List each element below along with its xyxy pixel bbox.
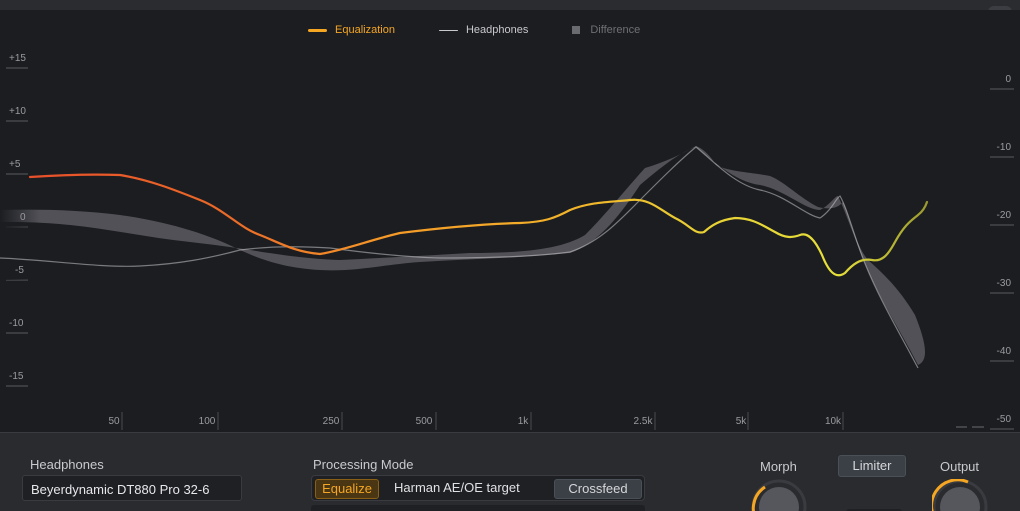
left-axis-label: -15	[9, 371, 24, 382]
freq-axis-label: 50	[108, 416, 120, 427]
right-axis-label: -10	[996, 142, 1011, 153]
graph-legend: Equalization Headphones Difference	[300, 24, 676, 36]
legend-headphones-label: Headphones	[465, 24, 529, 36]
freq-axis-label: 250	[322, 416, 340, 427]
right-axis-label: 0	[1005, 74, 1011, 85]
legend-difference[interactable]: Difference	[564, 24, 640, 36]
top-bar	[0, 0, 1020, 18]
processing-mode-subfield	[311, 505, 645, 511]
headphones-select[interactable]: Beyerdynamic DT880 Pro 32-6	[22, 475, 242, 501]
right-axis-label: -20	[996, 210, 1011, 221]
crossfeed-button[interactable]: Crossfeed	[554, 479, 642, 499]
equalization-swatch	[308, 28, 327, 32]
freq-axis-label: 5k	[735, 416, 747, 427]
graph-canvas	[0, 67, 1014, 430]
left-axis-label: +15	[9, 53, 26, 64]
freq-axis-label: 10k	[824, 416, 842, 427]
processing-mode-label: Processing Mode	[313, 457, 414, 472]
morph-label: Morph	[760, 459, 797, 474]
left-axis-label: +10	[9, 106, 26, 117]
left-axis-label: 0	[20, 212, 26, 223]
headphones-swatch	[438, 29, 458, 31]
processing-mode-group: Equalize Harman AE/OE target Crossfeed	[311, 475, 645, 501]
limiter-button[interactable]: Limiter	[838, 455, 906, 477]
freq-axis-label: 2.5k	[633, 416, 653, 427]
equalize-button[interactable]: Equalize	[315, 479, 379, 499]
freq-axis-label: 1k	[517, 416, 529, 427]
left-axis-label: -10	[9, 318, 24, 329]
freq-axis-label: 500	[415, 416, 433, 427]
right-axis-label: -50	[996, 414, 1011, 425]
freq-axis-label: 100	[198, 416, 216, 427]
output-label: Output	[940, 459, 980, 474]
morph-knob[interactable]	[751, 479, 807, 511]
right-axis-label: -40	[996, 346, 1011, 357]
legend-headphones[interactable]: Headphones	[431, 24, 528, 36]
left-axis-label: -5	[15, 265, 24, 276]
headphones-label: Headphones	[30, 457, 104, 472]
right-axis-label: -30	[996, 278, 1011, 289]
app-window: Equalization Headphones Difference +15 +…	[0, 0, 1020, 511]
legend-equalization[interactable]: Equalization	[300, 24, 395, 36]
control-panel: Headphones Beyerdynamic DT880 Pro 32-6 P…	[0, 432, 1020, 511]
output-knob[interactable]	[932, 479, 988, 511]
right-axis-ticks	[990, 88, 1014, 430]
frequency-response-graph: Equalization Headphones Difference +15 +…	[0, 10, 1020, 432]
difference-swatch	[572, 26, 581, 34]
legend-equalization-label: Equalization	[335, 24, 395, 36]
left-axis-label: +5	[9, 159, 21, 170]
legend-difference-label: Difference	[590, 24, 641, 36]
target-select[interactable]: Harman AE/OE target	[394, 480, 520, 495]
headphones-curve	[0, 146, 919, 369]
